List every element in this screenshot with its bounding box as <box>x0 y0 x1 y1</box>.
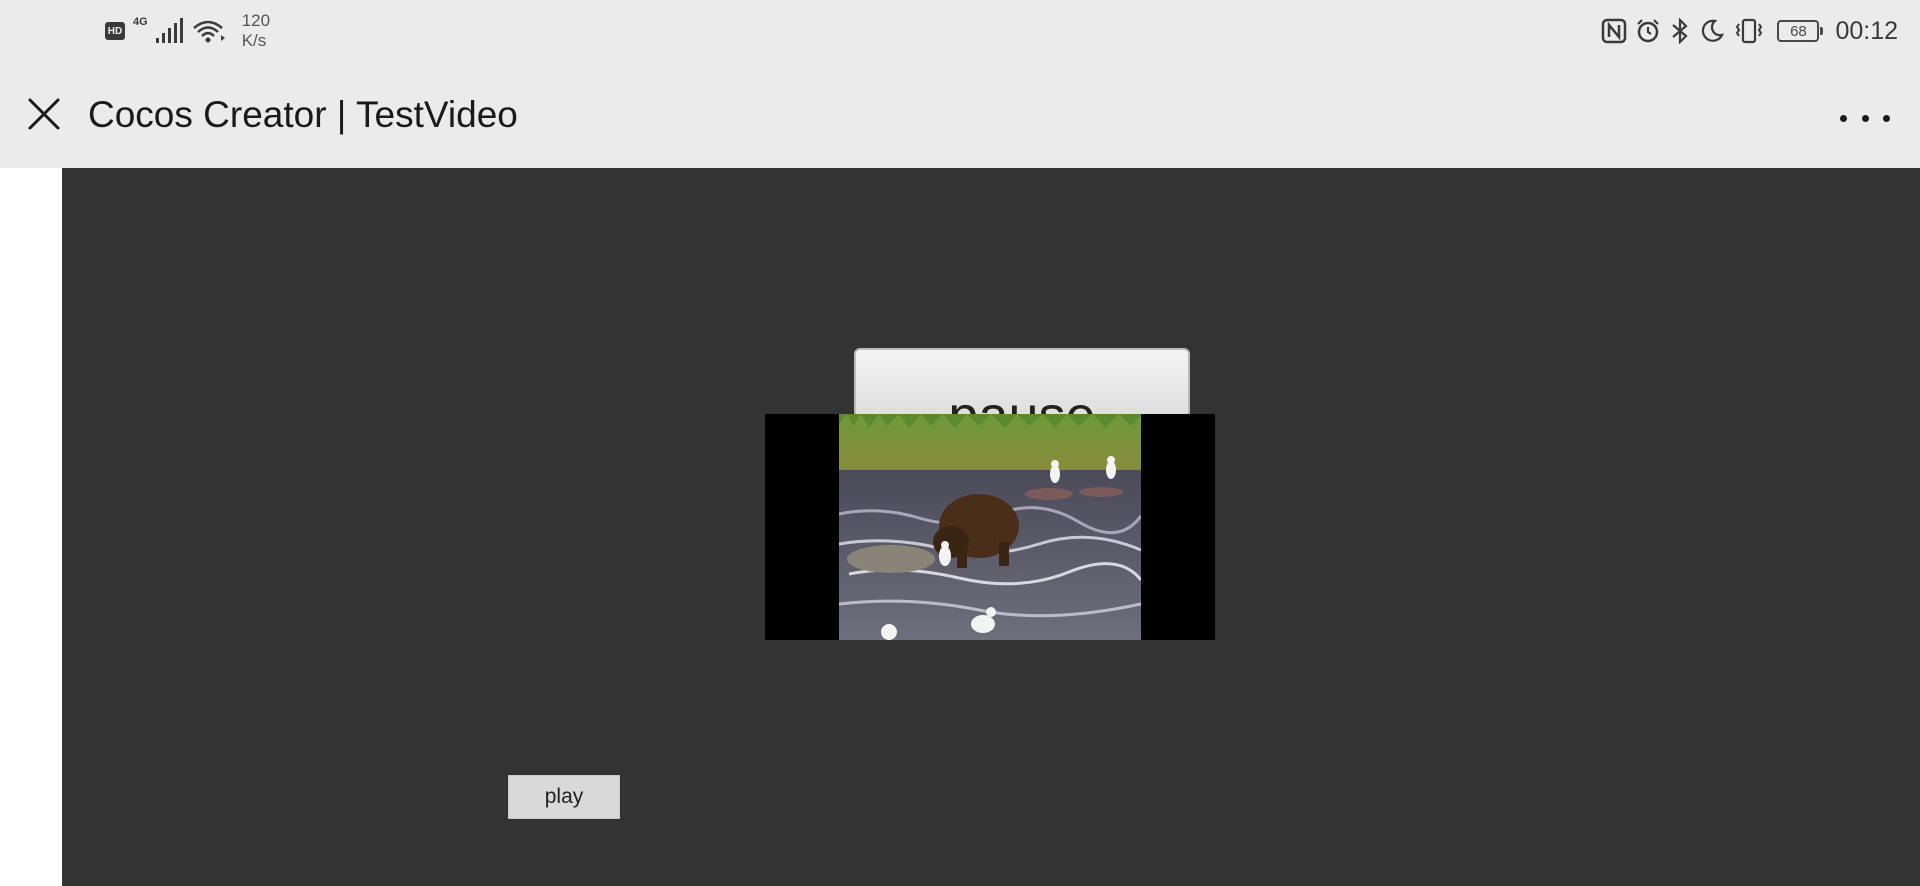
left-margin <box>0 168 62 886</box>
bluetooth-icon <box>1669 18 1691 44</box>
moon-icon <box>1699 18 1725 44</box>
alarm-icon <box>1635 18 1661 44</box>
battery-icon: 68 <box>1777 20 1824 42</box>
status-left: HD 4G 120 K/s <box>105 8 270 54</box>
title-bar: Cocos Creator | TestVideo <box>0 62 1920 168</box>
status-bar: HD 4G 120 K/s 68 00:12 <box>0 0 1920 62</box>
game-canvas[interactable]: pause play <box>62 168 1920 886</box>
more-icon <box>1840 114 1847 122</box>
signal-icon <box>155 18 184 44</box>
network-speed: 120 K/s <box>242 11 270 51</box>
more-button[interactable] <box>1840 98 1890 138</box>
page-title: Cocos Creator | TestVideo <box>88 94 518 135</box>
speed-value: 120 <box>241 11 271 30</box>
more-icon-dot <box>1861 114 1869 122</box>
battery-level: 68 <box>1790 22 1807 40</box>
more-icon-dot <box>1883 114 1890 122</box>
video-player[interactable] <box>765 414 1215 640</box>
close-icon <box>28 98 60 130</box>
nfc-icon <box>1601 18 1627 44</box>
pause-button[interactable]: pause <box>854 348 1190 418</box>
wifi-icon <box>192 18 228 44</box>
clock: 00:12 <box>1835 16 1898 45</box>
video-frame <box>839 414 1141 640</box>
play-button[interactable]: play <box>508 775 620 819</box>
close-button[interactable] <box>22 92 66 136</box>
vibrate-icon <box>1733 18 1765 44</box>
speed-unit: K/s <box>241 31 267 50</box>
network-type: 4G <box>133 16 148 28</box>
status-right: 68 00:12 <box>1601 8 1898 54</box>
hd-icon: HD <box>105 22 125 40</box>
